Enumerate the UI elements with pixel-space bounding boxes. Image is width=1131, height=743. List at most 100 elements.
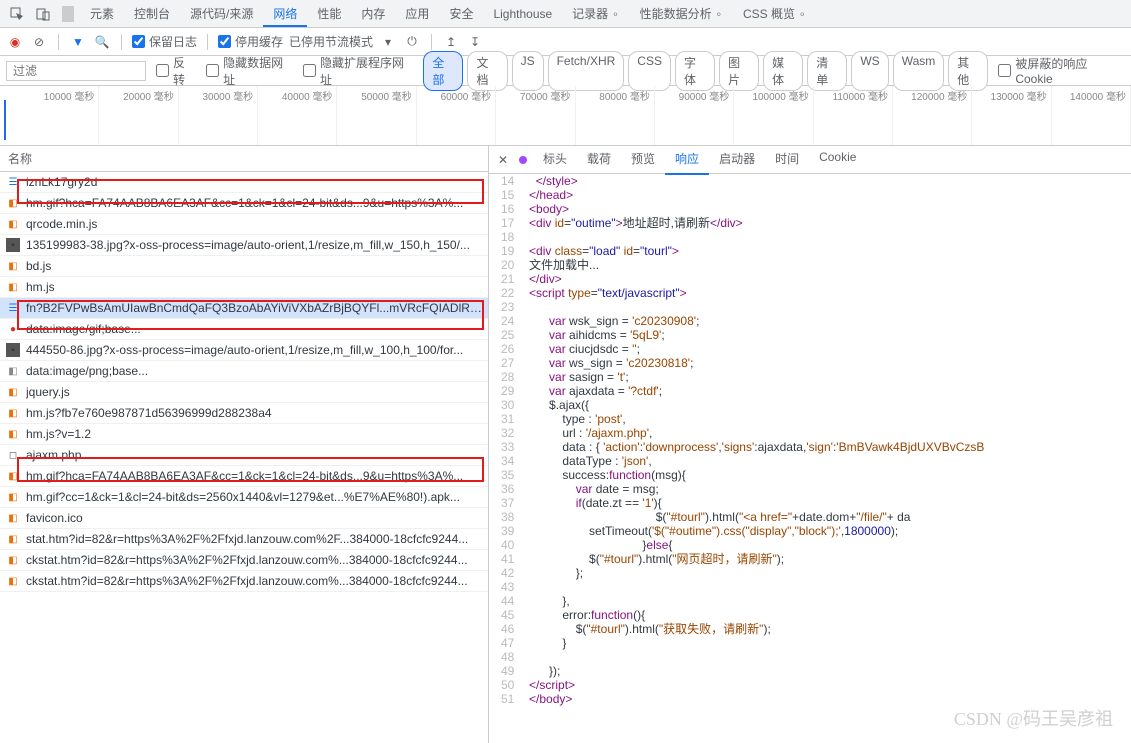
hide-ext-toggle[interactable]: 隐藏扩展程序网址 (303, 54, 413, 88)
panel-tab-6[interactable]: 应用 (395, 3, 439, 27)
detail-tab-4[interactable]: 启动器 (709, 146, 765, 175)
type-pill-媒体[interactable]: 媒体 (763, 51, 803, 91)
request-name: iznLk17gry2d (26, 175, 97, 189)
file-type-icon: ◻ (6, 448, 20, 462)
clear-icon[interactable]: ⊘ (30, 33, 48, 51)
detail-tab-1[interactable]: 载荷 (577, 146, 621, 175)
request-row[interactable]: ◧favicon.ico (0, 508, 488, 529)
timeline-tick: 70000 毫秒 (496, 86, 575, 145)
code-line: var date = msg; (522, 482, 1125, 496)
blocked-cookies-toggle[interactable]: 被屏蔽的响应 Cookie (998, 55, 1125, 86)
code-line: dataType : 'json', (522, 454, 1125, 468)
panel-tab-5[interactable]: 内存 (351, 3, 395, 27)
code-line: url : '/ajaxm.php', (522, 426, 1125, 440)
request-row[interactable]: ◧jquery.js (0, 382, 488, 403)
chevron-down-icon[interactable]: ▾ (379, 33, 397, 51)
name-column-header[interactable]: 名称 (0, 146, 488, 172)
request-row[interactable]: ◧ckstat.htm?id=82&r=https%3A%2F%2Ffxjd.l… (0, 571, 488, 592)
request-row[interactable]: ◻ ajaxm.php (0, 445, 488, 466)
request-row[interactable]: ●data:image/gif;base... (0, 319, 488, 340)
inspect-icon[interactable] (6, 3, 28, 25)
detail-tab-0[interactable]: 标头 (533, 146, 577, 175)
request-name: ajaxm.php (26, 448, 81, 462)
invert-toggle[interactable]: 反转 (156, 54, 196, 88)
file-type-icon: ◧ (6, 574, 20, 588)
panel-tab-9[interactable]: 记录器⚬ (562, 3, 629, 27)
panel-tab-7[interactable]: 安全 (439, 3, 483, 27)
preserve-log-toggle[interactable]: 保留日志 (132, 33, 197, 50)
type-pill-图片[interactable]: 图片 (719, 51, 759, 91)
request-row[interactable]: ▪444550-86.jpg?x-oss-process=image/auto-… (0, 340, 488, 361)
request-row[interactable]: ◧hm.js?v=1.2 (0, 424, 488, 445)
code-line: setTimeout('$("#outime").css("display","… (522, 524, 1125, 538)
type-pill-字体[interactable]: 字体 (675, 51, 715, 91)
panel-tab-0[interactable]: 元素 (80, 3, 124, 27)
request-row[interactable]: ◧ bd.js (0, 256, 488, 277)
type-pill-JS[interactable]: JS (512, 51, 544, 91)
request-row[interactable]: ◧hm.gif?hca=FA74AAB8BA6EA3AF&cc=1&ck=1&c… (0, 466, 488, 487)
file-type-icon: ◧ (6, 259, 20, 273)
detail-tab-5[interactable]: 时间 (765, 146, 809, 175)
panel-tab-11[interactable]: CSS 概览⚬ (733, 3, 816, 27)
filter-icon[interactable]: ▼ (69, 33, 87, 51)
timeline-tick: 20000 毫秒 (99, 86, 178, 145)
request-row[interactable]: ▪135199983-38.jpg?x-oss-process=image/au… (0, 235, 488, 256)
download-icon[interactable]: ↧ (466, 33, 484, 51)
device-mode-icon[interactable] (32, 3, 54, 25)
type-pill-WS[interactable]: WS (851, 51, 888, 91)
panel-tab-2[interactable]: 源代码/来源 (180, 3, 263, 27)
code-line: </head> (522, 188, 1125, 202)
type-pill-Wasm[interactable]: Wasm (893, 51, 945, 91)
panel-tab-8[interactable]: Lighthouse (483, 3, 562, 27)
panel-tab-4[interactable]: 性能 (307, 3, 351, 27)
request-name: qrcode.min.js (26, 217, 97, 231)
timeline-marker (4, 100, 6, 140)
type-pill-清单[interactable]: 清单 (807, 51, 847, 91)
request-name: bd.js (26, 259, 51, 273)
main-split: 名称 ☰iznLk17gry2d◧hm.gif?hca=FA74AAB8BA6E… (0, 146, 1131, 743)
file-type-icon: ◧ (6, 490, 20, 504)
throttling-select[interactable]: 已停用节流模式 (289, 33, 373, 50)
type-pill-文档[interactable]: 文档 (467, 51, 507, 91)
timeline-tick: 90000 毫秒 (655, 86, 734, 145)
hide-data-toggle[interactable]: 隐藏数据网址 (206, 54, 293, 88)
record-icon[interactable]: ◉ (6, 33, 24, 51)
request-name: fn?B2FVPwBsAmUIawBnCmdQaFQ3BzoAbAYiViVXb… (26, 301, 482, 315)
type-pill-CSS[interactable]: CSS (628, 51, 671, 91)
request-row[interactable]: ☰iznLk17gry2d (0, 172, 488, 193)
type-pill-全部[interactable]: 全部 (423, 51, 463, 91)
panel-tab-10[interactable]: 性能数据分析⚬ (630, 3, 733, 27)
wifi-icon[interactable]: ⏻ (403, 33, 421, 51)
divider (207, 34, 208, 50)
request-row[interactable]: ◧ckstat.htm?id=82&r=https%3A%2F%2Ffxjd.l… (0, 550, 488, 571)
search-icon[interactable]: 🔍 (93, 33, 111, 51)
close-icon[interactable]: ✕ (493, 153, 513, 167)
request-row[interactable]: ◧qrcode.min.js (0, 214, 488, 235)
disable-cache-toggle[interactable]: 停用缓存 (218, 33, 283, 50)
upload-icon[interactable]: ↥ (442, 33, 460, 51)
code-line: var ajaxdata = '?ctdf'; (522, 384, 1125, 398)
code-line: type : 'post', (522, 412, 1125, 426)
request-name: hm.js (26, 280, 55, 294)
type-pill-其他[interactable]: 其他 (948, 51, 988, 91)
detail-tab-6[interactable]: Cookie (809, 146, 866, 175)
request-row[interactable]: ◧data:image/png;base... (0, 361, 488, 382)
request-row[interactable]: ◧hm.gif?cc=1&ck=1&cl=24-bit&ds=2560x1440… (0, 487, 488, 508)
request-row[interactable]: ◧hm.js?fb7e760e987871d56396999d288238a4 (0, 403, 488, 424)
request-row[interactable]: ◧stat.htm?id=82&r=https%3A%2F%2Ffxjd.lan… (0, 529, 488, 550)
request-row[interactable]: ◧hm.js (0, 277, 488, 298)
detail-tab-3[interactable]: 响应 (665, 146, 709, 175)
file-type-icon: ◧ (6, 469, 20, 483)
timeline-overview[interactable]: 10000 毫秒20000 毫秒30000 毫秒40000 毫秒50000 毫秒… (0, 86, 1131, 146)
request-row[interactable]: ◧hm.gif?hca=FA74AAB8BA6EA3AF&cc=1&ck=1&c… (0, 193, 488, 214)
panel-tab-3[interactable]: 网络 (263, 3, 307, 27)
code-line (522, 230, 1125, 244)
response-code-view[interactable]: 1415161718192021222324252627282930313233… (489, 174, 1131, 743)
type-pill-Fetch/XHR[interactable]: Fetch/XHR (548, 51, 625, 91)
panel-tab-1[interactable]: 控制台 (124, 3, 180, 27)
request-row[interactable]: ☰fn?B2FVPwBsAmUIawBnCmdQaFQ3BzoAbAYiViVX… (0, 298, 488, 319)
detail-tab-2[interactable]: 预览 (621, 146, 665, 175)
request-name: data:image/png;base... (26, 364, 148, 378)
filter-input[interactable] (6, 61, 146, 81)
code-line: <div id="outime">地址超时,请刷新</div> (522, 216, 1125, 230)
